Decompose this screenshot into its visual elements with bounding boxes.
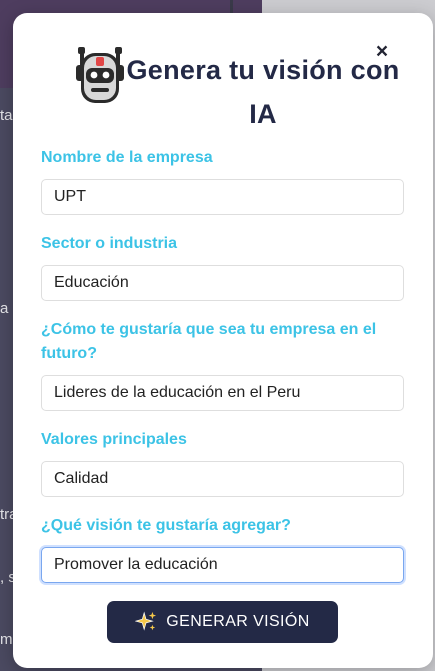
background-text-fragment: , s xyxy=(0,569,14,586)
future-input[interactable] xyxy=(41,375,404,411)
modal-title: Genera tu visión con IA xyxy=(126,55,400,129)
background-text-fragment: m xyxy=(0,631,13,648)
sector-input[interactable] xyxy=(41,265,404,301)
field-label-future: ¿Cómo te gustaría que sea tu empresa en … xyxy=(41,321,377,362)
generate-vision-button[interactable]: GENERAR VISIÓN xyxy=(107,601,338,643)
field-label-company-name: Nombre de la empresa xyxy=(41,149,213,166)
vision-input[interactable] xyxy=(41,547,404,583)
field-label-values: Valores principales xyxy=(41,431,187,448)
background-text-fragment: a xyxy=(0,300,9,317)
values-input[interactable] xyxy=(41,461,404,497)
background-text-fragment: tra xyxy=(0,506,14,523)
vision-generator-modal: × Genera tu visión con IA Nombre de la e… xyxy=(13,13,433,668)
generate-vision-label: GENERAR VISIÓN xyxy=(166,613,310,630)
company-name-input[interactable] xyxy=(41,179,404,215)
background-text-fragment: ta xyxy=(0,107,13,124)
sparkle-icon xyxy=(135,611,157,631)
field-label-sector: Sector o industria xyxy=(41,235,178,252)
field-label-vision: ¿Qué visión te gustaría agregar? xyxy=(41,517,291,534)
